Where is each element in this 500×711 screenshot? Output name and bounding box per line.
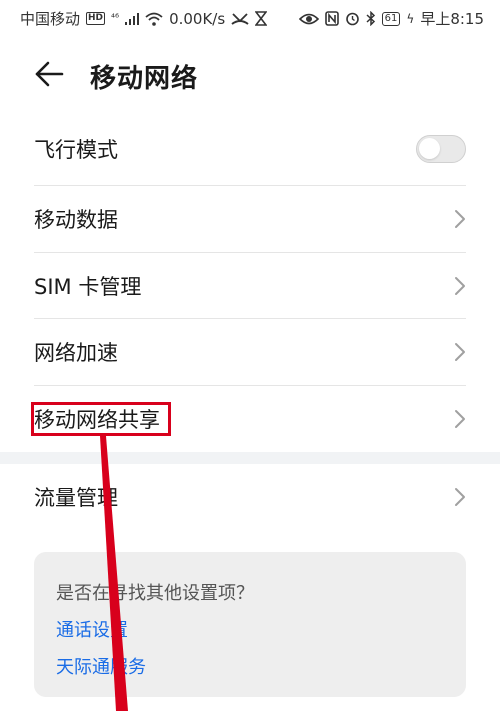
network-acceleration-label: 网络加速	[34, 341, 118, 365]
status-left: 中国移动 HD ⁴⁶ 0.00K/s	[20, 8, 268, 29]
app-header: 移动网络	[0, 50, 500, 98]
network-speed: 0.00K/s	[169, 9, 226, 28]
carrier-name: 中国移动	[20, 10, 81, 28]
airplane-mode-row[interactable]: 飞行模式	[0, 116, 500, 182]
nfc-icon	[324, 11, 339, 26]
hourglass-icon	[255, 11, 268, 26]
back-arrow-icon[interactable]	[34, 60, 64, 88]
page-title: 移动网络	[90, 64, 199, 94]
section-separator	[0, 452, 500, 464]
signal-icon	[125, 12, 140, 25]
call-settings-link[interactable]: 通话设置	[56, 616, 128, 642]
toggle-knob	[419, 138, 440, 159]
chevron-right-icon	[455, 210, 465, 228]
data-usage-row[interactable]: 流量管理	[0, 464, 500, 530]
chevron-right-icon	[455, 277, 465, 295]
battery-icon: 61	[381, 11, 401, 26]
chevron-right-icon	[455, 410, 465, 428]
missed-call-icon	[231, 12, 249, 25]
chevron-right-icon	[455, 488, 465, 506]
bluetooth-icon	[366, 11, 375, 26]
mobile-data-label: 移动数据	[34, 208, 118, 232]
airplane-mode-toggle[interactable]	[416, 135, 466, 163]
mobile-data-row[interactable]: 移动数据	[0, 186, 500, 252]
tethering-label: 移动网络共享	[34, 408, 160, 432]
charging-icon: ϟ	[406, 11, 415, 26]
wifi-icon	[145, 12, 163, 26]
network-acceleration-row[interactable]: 网络加速	[0, 319, 500, 385]
clock-time: 早上8:15	[420, 10, 484, 28]
sim-management-row[interactable]: SIM 卡管理	[0, 253, 500, 319]
data-usage-label: 流量管理	[34, 486, 118, 510]
eye-comfort-icon	[298, 13, 319, 24]
alarm-icon	[345, 12, 359, 26]
tethering-row[interactable]: 移动网络共享	[0, 386, 500, 452]
status-bar: 中国移动 HD ⁴⁶ 0.00K/s 61 ϟ 早上8:15	[0, 0, 500, 36]
suggestion-question: 是否在寻找其他设置项？	[56, 583, 254, 604]
battery-level: 61	[384, 12, 398, 24]
skytone-service-link[interactable]: 天际通服务	[56, 653, 146, 679]
chevron-right-icon	[455, 343, 465, 361]
suggestion-card: 是否在寻找其他设置项？ 通话设置 天际通服务	[34, 552, 466, 697]
hd-icon: HD	[86, 12, 106, 25]
status-right: 61 ϟ 早上8:15	[298, 8, 484, 29]
sim-management-label: SIM 卡管理	[34, 275, 142, 299]
airplane-mode-label: 飞行模式	[34, 138, 118, 162]
network-type: ⁴⁶	[111, 13, 120, 24]
